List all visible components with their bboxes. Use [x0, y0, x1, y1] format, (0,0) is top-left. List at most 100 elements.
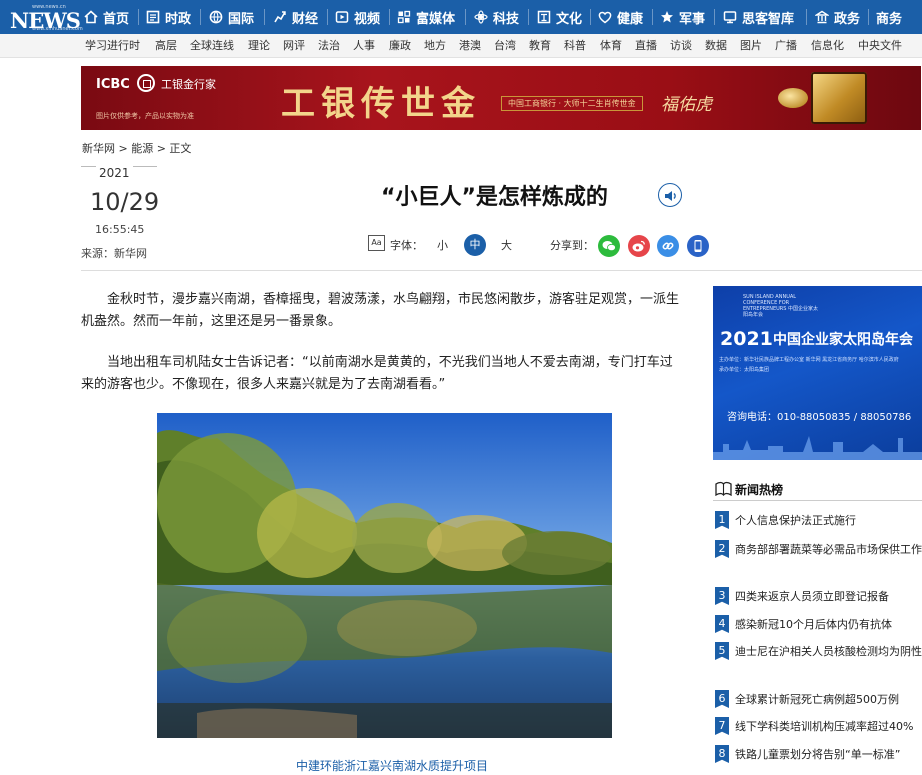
nav-video[interactable]: 视频 [335, 0, 380, 34]
nav-culture[interactable]: 文化 [537, 0, 582, 34]
logo-url-2: www.xinhuanet.com [32, 26, 83, 32]
nav-culture-label: 文化 [556, 11, 583, 27]
subnav-item[interactable]: 教育 [529, 34, 551, 58]
nav-finance[interactable]: 财经 [273, 0, 318, 34]
subnav-item[interactable]: 体育 [600, 34, 622, 58]
mobile-icon [694, 240, 702, 252]
top-nav-bar: www.news.cn NEWS www.xinhuanet.com 首页 时政… [0, 0, 922, 34]
lake-photo-image [157, 413, 612, 738]
hot-news-link[interactable]: 迪士尼在沪相关人员核酸检测均为阴性 [735, 643, 922, 661]
nav-tech[interactable]: 科技 [474, 0, 519, 34]
xinhua-logo[interactable]: www.news.cn NEWS www.xinhuanet.com [10, 3, 83, 33]
ad-title: 中国企业家太阳岛年会 [773, 332, 913, 348]
font-large-button[interactable]: 大 [501, 237, 512, 253]
hot-news-link[interactable]: 个人信息保护法正式施行 [735, 512, 922, 530]
subnav-item[interactable]: 人事 [353, 34, 375, 58]
date-monthday: 10/29 [90, 188, 160, 216]
icbc-banner-ad[interactable]: ICBC 工银金行家 图片仅供参考，产品以实物为准 工银传世金 中国工商银行 ·… [81, 66, 921, 130]
hot-news-link[interactable]: 线下学科类培训机构压减率超过40% [735, 718, 922, 736]
nav-health[interactable]: 健康 [598, 0, 643, 34]
banner-signature: 福佑虎 [661, 95, 712, 115]
hot-news-link[interactable]: 全球累计新冠死亡病例超500万例 [735, 691, 922, 709]
subnav-item[interactable]: 地方 [424, 34, 446, 58]
hot-news-link[interactable]: 铁路儿童票划分将告别“单一标准” [735, 746, 922, 764]
gold-tiger-icon [778, 88, 808, 108]
font-size-icon: Aa [368, 235, 385, 251]
banner-note: 图片仅供参考，产品以实物为准 [96, 112, 194, 120]
skyline-image [713, 436, 922, 460]
rank-badge: 5 [715, 642, 729, 660]
photo-caption: 中建环能浙江嘉兴南湖水质提升项目 [296, 759, 489, 773]
speaker-icon [665, 191, 676, 201]
breadcrumb[interactable]: 新华网 > 能源 > 正文 [82, 140, 191, 156]
hot-news-link[interactable]: 商务部部署蔬菜等必需品市场保供工作 [735, 541, 922, 559]
wechat-share-button[interactable] [598, 235, 620, 257]
mobile-share-button[interactable] [687, 235, 709, 257]
wechat-icon [602, 241, 616, 252]
font-medium-button[interactable]: 中 [464, 234, 486, 256]
subnav-item[interactable]: 廉政 [389, 34, 411, 58]
date-time: 16:55:45 [95, 223, 145, 236]
hot-news-link[interactable]: 四类来返京人员须立即登记报备 [735, 588, 922, 606]
nav-business[interactable]: 商务 [876, 0, 902, 34]
globe-icon [209, 10, 223, 24]
nav-military[interactable]: 军事 [660, 0, 705, 34]
conference-ad[interactable]: SUN ISLAND ANNUAL CONFERENCE FOR ENTREPR… [713, 286, 922, 460]
nav-international[interactable]: 国际 [209, 0, 254, 34]
link-share-button[interactable] [657, 235, 679, 257]
subnav-item[interactable]: 数据 [705, 34, 727, 58]
weibo-share-button[interactable] [628, 235, 650, 257]
subnav-item[interactable]: 中央文件 [858, 34, 902, 58]
subnav-item[interactable]: 全球连线 [190, 34, 234, 58]
nav-politics[interactable]: 时政 [146, 0, 191, 34]
nav-health-label: 健康 [617, 11, 644, 27]
culture-icon [537, 10, 551, 24]
nav-tech-label: 科技 [493, 11, 520, 27]
rank-badge: 3 [715, 587, 729, 605]
subnav-item[interactable]: 港澳 [459, 34, 481, 58]
subnav-item[interactable]: 信息化 [811, 34, 844, 58]
subnav-item[interactable]: 直播 [635, 34, 657, 58]
nav-thinktank-label: 思客智库 [742, 11, 795, 27]
politics-icon [146, 10, 160, 24]
gold-bar-image [811, 72, 867, 124]
rank-badge: 1 [715, 511, 729, 529]
subnav-item[interactable]: 法治 [318, 34, 340, 58]
nav-politics-label: 时政 [165, 11, 192, 27]
health-icon [598, 11, 612, 24]
nav-thinktank[interactable]: 思客智库 [723, 0, 794, 34]
subnav-item[interactable]: 理论 [248, 34, 270, 58]
ad-organizers: 主办单位：新华社民族品牌工程办公室 新华网 黑龙江省商务厅 哈尔滨市人民政府 [719, 357, 899, 363]
ad-phone: 咨询电话：010-88050835 / 88050786 [727, 412, 912, 423]
lake-photo [157, 413, 612, 738]
nav-video-label: 视频 [354, 11, 381, 27]
nav-government[interactable]: 政务 [815, 0, 860, 34]
nav-business-label: 商务 [876, 11, 903, 27]
subnav-item[interactable]: 学习进行时 [85, 34, 140, 58]
read-aloud-button[interactable] [658, 183, 682, 207]
subnav-item[interactable]: 台湾 [494, 34, 516, 58]
font-size-label: 字体： [390, 239, 423, 252]
share-label: 分享到： [550, 239, 594, 252]
nav-rich-media[interactable]: 富媒体 [397, 0, 455, 34]
video-icon [335, 11, 349, 23]
nav-home[interactable]: 首页 [84, 0, 129, 34]
hot-news-link[interactable]: 感染新冠10个月后体内仍有抗体 [735, 616, 922, 634]
subnav-item[interactable]: 科普 [564, 34, 586, 58]
subnav-item[interactable]: 访谈 [670, 34, 692, 58]
subnav-item[interactable]: 广播 [775, 34, 797, 58]
subnav-item[interactable]: 网评 [283, 34, 305, 58]
font-small-button[interactable]: 小 [437, 237, 448, 253]
article-source: 来源：新华网 [81, 247, 147, 260]
rank-badge: 2 [715, 540, 729, 558]
subnav-item[interactable]: 图片 [740, 34, 762, 58]
government-icon [815, 10, 829, 24]
book-icon [715, 481, 732, 496]
subnav-item[interactable]: 高层 [155, 34, 177, 58]
ad-small-text: SUN ISLAND ANNUAL CONFERENCE FOR ENTREPR… [743, 294, 819, 318]
icbc-logo-icon [137, 74, 155, 92]
date-year: 2021 [96, 166, 133, 180]
rank-badge: 8 [715, 745, 729, 763]
article-paragraph: 当地出租车司机陆女士告诉记者：“以前南湖水是黄黄的，不光我们当地人不爱去南湖，专… [81, 355, 673, 392]
banner-slogan: 中国工商银行 · 大师十二生肖传世金 [501, 96, 643, 111]
